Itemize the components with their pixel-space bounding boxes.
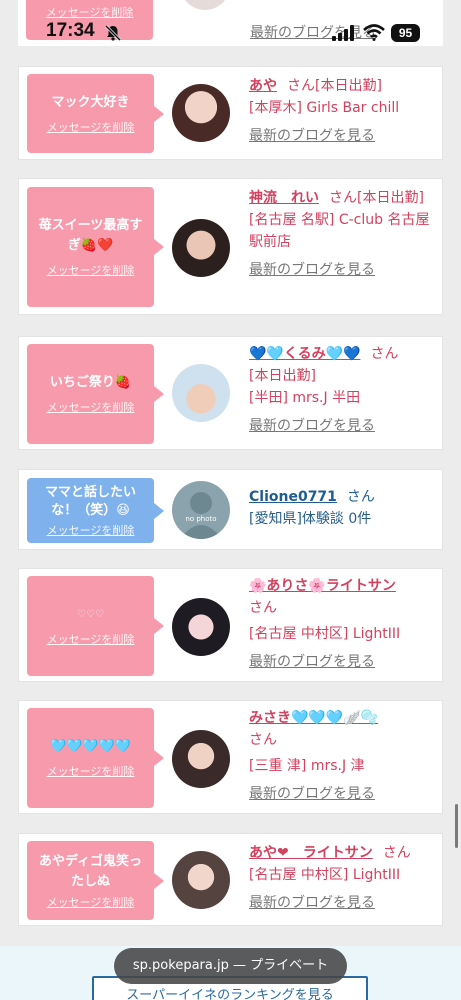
cast-name-link[interactable]: あや <box>249 78 277 94</box>
message-text: 苺スイーツ最高すぎ🍓❤️ <box>38 218 143 253</box>
message-bubble: あやディゴ鬼笑ったしぬ メッセージを削除 <box>27 841 164 920</box>
cast-info: あや さん[本日出勤] [本厚木] Girls Bar chill 最新のブログを… <box>249 75 437 147</box>
honorific: さん <box>287 78 315 94</box>
message-card: マック大好き メッセージを削除 あや さん[本日出勤] [本厚木] Girls B… <box>18 66 443 160</box>
cast-name-link[interactable]: 神流 れい <box>249 190 319 206</box>
delete-message-link[interactable]: メッセージを削除 <box>47 119 135 135</box>
cast-info: Clione0771 さん [愛知県]体験談 0件 <box>249 486 437 530</box>
shop-info: [名古屋 名駅] C-club 名古屋駅前店 <box>249 212 430 250</box>
avatar[interactable] <box>172 851 230 909</box>
scrollbar-thumb[interactable] <box>455 804 458 848</box>
message-text: いちご祭り🍓 <box>49 375 132 390</box>
latest-blog-link[interactable]: 最新のブログを見る <box>249 892 437 914</box>
message-text: ♡♡♡ <box>77 609 104 620</box>
message-bubble: いちご祭り🍓 メッセージを削除 <box>27 344 164 444</box>
message-card: あやディゴ鬼笑ったしぬ メッセージを削除 あや❤︎ ライトサン さん [名古屋 中… <box>18 833 443 926</box>
delete-message-link[interactable]: メッセージを削除 <box>47 399 135 415</box>
honorific: さん <box>382 845 411 861</box>
cast-info: 🌸ありさ🌸ライトサン さん [名古屋 中村区] LightIII 最新のブログを見… <box>249 575 437 673</box>
cast-info: あや❤︎ ライトサン さん [名古屋 中村区] LightIII 最新のブログを見… <box>249 842 437 914</box>
message-card: 🩵🩵🩵🩵🩵 メッセージを削除 みさき🩵🩵🩵🪽🫧 さん [三重 津] mrs.J 津… <box>18 700 443 814</box>
honorific: さん <box>329 190 357 206</box>
message-bubble: ママと話したいな！（笑）😆 メッセージを削除 <box>27 478 164 543</box>
cast-name-link[interactable]: あや❤︎ ライトサン <box>249 845 373 861</box>
message-bubble: マック大好き メッセージを削除 <box>27 74 164 153</box>
cast-name-link[interactable]: 🌸ありさ🌸ライトサン <box>249 578 396 594</box>
avatar[interactable] <box>172 598 230 656</box>
shop-info: [名古屋 中村区] LightIII <box>249 626 401 642</box>
message-text: ママと話したいな！（笑）😆 <box>44 484 136 518</box>
attendance-status: [本日出勤] <box>315 78 382 94</box>
latest-blog-link[interactable]: 最新のブログを見る <box>249 415 437 437</box>
attendance-status: [本日出勤] <box>357 190 424 206</box>
message-card: いちご祭り🍓 メッセージを削除 💙🩵くるみ🩵💙 さん [本日出勤] [半田] mr… <box>18 336 443 450</box>
avatar[interactable] <box>172 364 230 422</box>
no-photo-label: no photo <box>185 515 217 523</box>
cast-info: 💙🩵くるみ🩵💙 さん [本日出勤] [半田] mrs.J 半田 最新のブログを見る <box>249 343 437 437</box>
honorific: さん <box>249 600 277 616</box>
message-card: ♡♡♡ メッセージを削除 🌸ありさ🌸ライトサン さん [名古屋 中村区] Ligh… <box>18 568 443 682</box>
user-name-link[interactable]: Clione0771 <box>249 489 337 505</box>
shop-info: [半田] mrs.J 半田 <box>249 390 361 406</box>
shop-info: [名古屋 中村区] LightIII <box>249 867 401 883</box>
message-text: マック大好き <box>51 94 130 110</box>
latest-blog-link[interactable]: 最新のブログを見る <box>249 783 437 805</box>
status-time: 17:34 <box>46 20 95 41</box>
delete-message-link[interactable]: メッセージを削除 <box>47 894 135 910</box>
message-bubble: 苺スイーツ最高すぎ🍓❤️ メッセージを削除 <box>27 187 164 307</box>
avatar[interactable] <box>172 730 230 788</box>
cast-info: みさき🩵🩵🩵🪽🫧 さん [三重 津] mrs.J 津 最新のブログを見る <box>249 707 437 805</box>
avatar[interactable] <box>172 219 230 277</box>
wifi-icon <box>363 24 385 41</box>
latest-blog-link[interactable]: 最新のブログを見る <box>249 125 437 147</box>
cast-name-link[interactable]: 💙🩵くるみ🩵💙 <box>249 346 360 362</box>
review-info[interactable]: [愛知県]体験談 0件 <box>249 508 437 530</box>
status-bar: 17:34 95 <box>0 0 461 62</box>
honorific: さん <box>370 346 399 362</box>
cast-name-link[interactable]: みさき🩵🩵🩵🪽🫧 <box>249 710 378 726</box>
message-text: 🩵🩵🩵🩵🩵 <box>50 739 131 754</box>
delete-message-link[interactable]: メッセージを削除 <box>47 631 135 647</box>
message-card: 苺スイーツ最高すぎ🍓❤️ メッセージを削除 神流 れい さん[本日出勤] [名古屋… <box>18 178 443 315</box>
message-bubble: ♡♡♡ メッセージを削除 <box>27 576 164 676</box>
message-text: あやディゴ鬼笑ったしぬ <box>38 853 143 889</box>
battery-icon: 95 <box>391 24 420 42</box>
avatar[interactable]: no photo <box>172 481 230 539</box>
avatar[interactable] <box>172 84 230 142</box>
attendance-status: [本日出勤] <box>249 368 316 384</box>
cast-info: 神流 れい さん[本日出勤] [名古屋 名駅] C-club 名古屋駅前店 最新の… <box>249 187 437 281</box>
shop-info: [本厚木] Girls Bar chill <box>249 100 400 116</box>
signal-icon <box>332 25 354 41</box>
latest-blog-link[interactable]: 最新のブログを見る <box>249 259 437 281</box>
bell-slash-icon <box>104 24 122 42</box>
message-card: ママと話したいな！（笑）😆 メッセージを削除 no photo Clione07… <box>18 469 443 550</box>
delete-message-link[interactable]: メッセージを削除 <box>47 262 135 278</box>
honorific: さん <box>346 489 375 505</box>
message-bubble: 🩵🩵🩵🩵🩵 メッセージを削除 <box>27 708 164 808</box>
honorific: さん <box>249 732 277 748</box>
browser-url-bar[interactable]: sp.pokepara.jp — プライベート <box>114 948 347 984</box>
latest-blog-link[interactable]: 最新のブログを見る <box>249 651 437 673</box>
delete-message-link[interactable]: メッセージを削除 <box>47 522 135 538</box>
no-photo-silhouette-icon <box>180 492 222 539</box>
shop-info: [三重 津] mrs.J 津 <box>249 758 365 774</box>
delete-message-link[interactable]: メッセージを削除 <box>47 763 135 779</box>
